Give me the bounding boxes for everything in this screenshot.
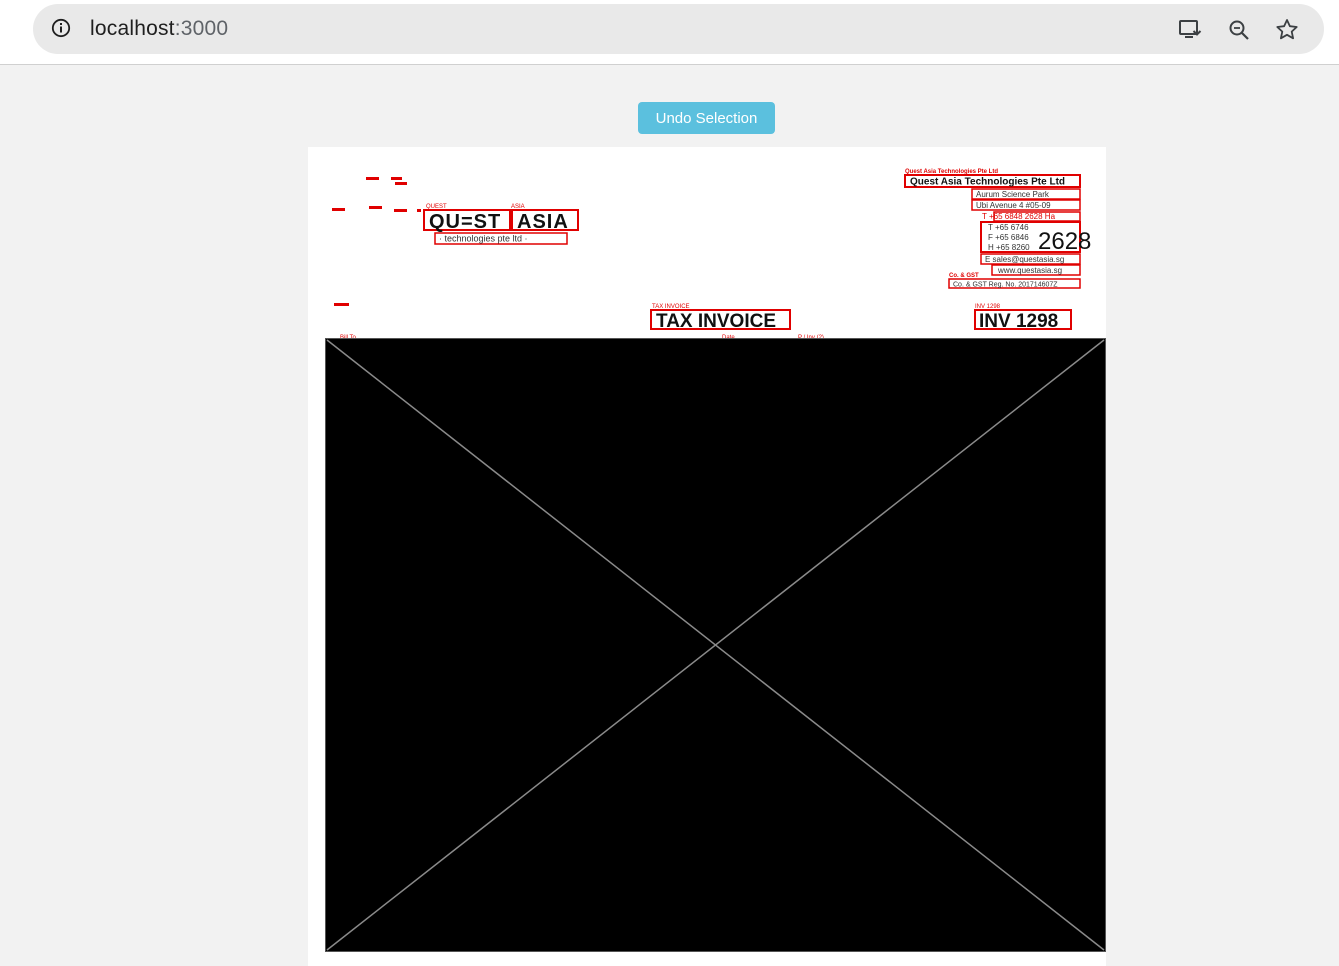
install-app-icon[interactable] xyxy=(1177,17,1203,43)
browser-toolbar: localhost:3000 xyxy=(0,0,1339,65)
invoice-document[interactable]: QUEST ASIA QU=ST ASIA · technologies pte… xyxy=(308,147,1106,966)
company-email: E sales@questasia.sg xyxy=(985,255,1064,264)
logo-tagline: · technologies pte ltd · xyxy=(439,234,528,244)
company-web: www.questasia.sg xyxy=(997,266,1062,275)
company-addr2: Ubi Avenue 4 #05-09 xyxy=(976,201,1051,210)
url-port: :3000 xyxy=(174,17,229,40)
company-name: Quest Asia Technologies Pte Ltd xyxy=(910,177,1065,188)
address-bar[interactable]: localhost:3000 xyxy=(33,4,1324,54)
annotation-dashes xyxy=(332,177,421,306)
url-text[interactable]: localhost:3000 xyxy=(90,17,228,41)
company-f-line: F +65 6846 xyxy=(988,233,1029,242)
info-icon[interactable] xyxy=(51,18,71,38)
company-t-line: T +65 6746 xyxy=(988,223,1029,232)
company-reg-tag: Co. & GST xyxy=(949,273,979,279)
company-big-number: 2628 xyxy=(1038,228,1091,255)
logo-word1: QU=ST xyxy=(429,211,501,233)
company-h-line: H +65 8260 xyxy=(988,243,1030,252)
company-reg: Co. & GST Reg. No. 201714607Z xyxy=(953,282,1058,289)
url-host: localhost xyxy=(90,17,175,40)
annotation-layer: QUEST ASIA QU=ST ASIA · technologies pte… xyxy=(332,169,1091,341)
undo-selection-button[interactable]: Undo Selection xyxy=(638,102,775,134)
logo-word2: ASIA xyxy=(517,211,569,233)
company-phone-tag: T +65 6848 2628 Ha xyxy=(982,212,1056,221)
bookmark-star-icon[interactable] xyxy=(1274,17,1300,43)
zoom-icon[interactable] xyxy=(1226,17,1252,43)
invoice-title: TAX INVOICE xyxy=(656,311,776,332)
invoice-number: INV 1298 xyxy=(979,311,1058,332)
company-addr1: Aurum Science Park xyxy=(976,190,1050,199)
page-content: Undo Selection QUEST ASIA QU=ST ASIA · t… xyxy=(12,65,1339,966)
broken-image-placeholder[interactable] xyxy=(325,338,1106,952)
